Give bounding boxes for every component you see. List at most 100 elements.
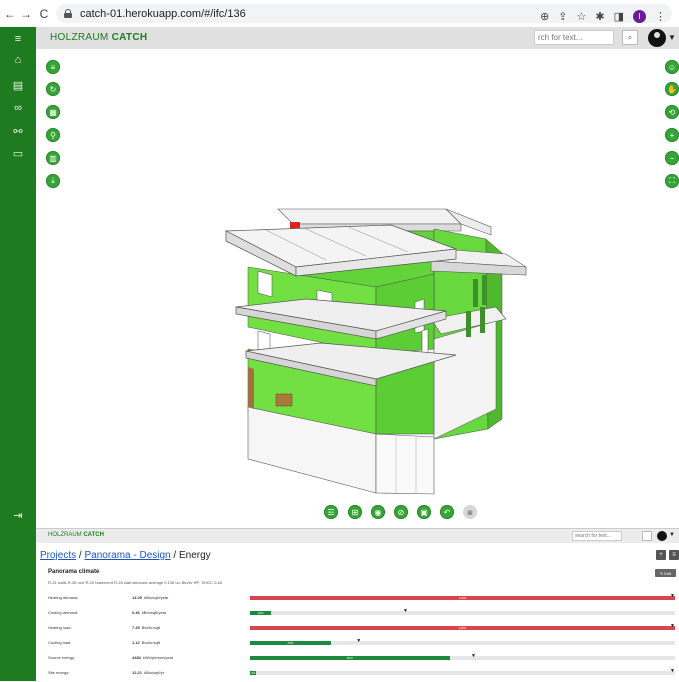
metric-label: Cooling demand: bbox=[48, 610, 79, 615]
model-viewer[interactable]: ≡ ↻ ▦ ⚲ ▥ ⤓ ☺ ✋ ⟲ + − ⛶ ☰ ⊞ ◉ ⊘ ▣ ↶ ◙ bbox=[36, 49, 679, 528]
zoom-icon[interactable]: ⊕ bbox=[540, 10, 549, 23]
metric-progress-fill: 81% bbox=[250, 656, 450, 660]
add-icon[interactable]: + bbox=[656, 550, 666, 560]
metric-value: 4484 kWh/person/year bbox=[132, 655, 173, 660]
metric-progress-fill: 10% bbox=[250, 611, 272, 615]
metric-value: 0.46 kBtu/sqft/year bbox=[132, 610, 166, 615]
more-menu-icon[interactable]: ⋮ bbox=[655, 10, 666, 23]
logout-icon[interactable]: ⇥ bbox=[0, 507, 36, 523]
metric-label: Source energy: bbox=[48, 655, 76, 660]
lower-search-input[interactable] bbox=[572, 531, 622, 541]
metric-label: Heating demand: bbox=[48, 595, 79, 600]
climate-title: Panorama climate bbox=[48, 569, 100, 575]
metric-progress-track: 10% ▼ bbox=[250, 608, 675, 615]
lower-app-logo[interactable]: HOLZRAUM CATCH bbox=[48, 532, 104, 538]
connections-icon[interactable]: ∞ bbox=[0, 100, 36, 116]
reload-icon[interactable]: C bbox=[38, 7, 50, 21]
metric-number: 0.46 bbox=[132, 610, 140, 615]
metric-progress-fill: 123% bbox=[250, 626, 675, 630]
building-model[interactable] bbox=[36, 49, 679, 528]
lower-user-avatar-icon[interactable] bbox=[657, 531, 667, 541]
metric-number: 4484 bbox=[132, 655, 141, 660]
undo-icon[interactable]: ↶ bbox=[440, 505, 454, 519]
eye-icon[interactable]: ◉ bbox=[371, 505, 385, 519]
metric-row: Heating demand: 14.09 kBtu/sqft/year 112% ▼ bbox=[36, 593, 679, 607]
section-box-icon[interactable]: ⊞ bbox=[348, 505, 362, 519]
sidepanel-icon[interactable]: ◨ bbox=[614, 10, 624, 23]
metric-value: 12.21 kBtu/sqft/yr bbox=[132, 670, 164, 675]
metric-label: Heating load: bbox=[48, 625, 72, 630]
lower-header: HOLZRAUM CATCH ▼ bbox=[36, 529, 679, 543]
metric-label: Site energy: bbox=[48, 670, 70, 675]
metric-row: Cooling demand: 0.46 kBtu/sqft/year 10% ▼ bbox=[36, 608, 679, 622]
star-icon[interactable]: ☆ bbox=[577, 10, 587, 23]
target-marker-icon: ▼ bbox=[471, 653, 476, 659]
search-input[interactable] bbox=[534, 30, 614, 45]
lock-icon bbox=[64, 9, 72, 18]
left-sidebar: ≡ ⌂ ▤ ∞ ⚯ ▭ ⇥ bbox=[0, 27, 36, 681]
forward-arrow-icon[interactable]: → bbox=[20, 7, 32, 21]
metric-row: Site energy: 12.21 kBtu/sqft/yr 4% ▼ bbox=[36, 668, 679, 682]
metric-unit: kBtu/sqft/yr bbox=[144, 670, 165, 675]
metric-value: 7.45 Btu/hr/sqft bbox=[132, 625, 160, 630]
tree-icon[interactable]: ⚯ bbox=[0, 123, 36, 139]
target-marker-icon: ▼ bbox=[356, 638, 362, 644]
target-marker-icon: ▼ bbox=[403, 608, 408, 614]
metric-value: 14.09 kBtu/sqft/year bbox=[132, 595, 168, 600]
target-marker-icon: ▼ bbox=[670, 593, 675, 599]
target-marker-icon: ▼ bbox=[670, 623, 675, 629]
metric-progress-fill: 4% bbox=[250, 671, 257, 675]
url-text: catch-01.herokuapp.com/#/ifc/136 bbox=[80, 7, 246, 20]
metric-number: 14.09 bbox=[132, 595, 143, 600]
metric-progress-track: 123% ▼ bbox=[250, 623, 675, 630]
address-bar[interactable]: catch-01.herokuapp.com/#/ifc/136 ⊕ ⇪ ☆ ✱… bbox=[56, 4, 672, 23]
energy-panel: HOLZRAUM CATCH ▼ Projects / Panorama - D… bbox=[36, 528, 679, 682]
document-icon[interactable]: ▤ bbox=[0, 77, 36, 93]
browser-toolbar: ← → C catch-01.herokuapp.com/#/ifc/136 ⊕… bbox=[0, 0, 679, 28]
extensions-icon[interactable]: ✱ bbox=[595, 10, 604, 23]
metric-row: Source energy: 4484 kWh/person/year 81% ▼ bbox=[36, 653, 679, 667]
metric-progress-track: 112% ▼ bbox=[250, 593, 675, 600]
folder-icon[interactable]: ▭ bbox=[0, 145, 36, 161]
breadcrumb-current: Energy bbox=[178, 550, 211, 561]
hide-icon[interactable]: ⊘ bbox=[394, 505, 408, 519]
breadcrumb: Projects / Panorama - Design / Energy bbox=[40, 550, 211, 561]
section-icon[interactable]: ☰ bbox=[324, 505, 338, 519]
metric-number: 7.45 bbox=[132, 625, 140, 630]
metric-unit: kBtu/sqft/year bbox=[144, 595, 169, 600]
edit-button[interactable]: ✎ Edit bbox=[655, 569, 676, 577]
climate-specs: R-31 walls R-38 roof R-20 basement R-28 … bbox=[48, 580, 222, 585]
search-button[interactable]: ⌕ bbox=[622, 30, 638, 45]
metric-label: Cooling load: bbox=[48, 640, 72, 645]
metric-percent: 81% bbox=[346, 656, 353, 660]
user-avatar-icon[interactable] bbox=[648, 29, 666, 47]
metric-number: 1.12 bbox=[132, 640, 140, 645]
metric-progress-track: 81% ▼ bbox=[250, 653, 675, 660]
metric-progress-fill: 112% bbox=[250, 596, 675, 600]
menu-icon[interactable]: ≡ bbox=[0, 31, 36, 47]
list-icon[interactable]: ≡ bbox=[669, 550, 679, 560]
breadcrumb-projects-link[interactable]: Projects bbox=[40, 550, 76, 561]
metric-row: Cooling load: 1.12 Btu/hr/sqft 75% ▼ bbox=[36, 638, 679, 652]
metric-unit: Btu/hr/sqft bbox=[141, 640, 161, 645]
metric-progress-track: 75% ▼ bbox=[250, 638, 675, 645]
back-arrow-icon[interactable]: ← bbox=[4, 7, 16, 21]
metric-value: 1.12 Btu/hr/sqft bbox=[132, 640, 160, 645]
home-icon[interactable]: ⌂ bbox=[0, 52, 36, 68]
profile-avatar[interactable]: I bbox=[633, 10, 646, 23]
camera-icon: ◙ bbox=[463, 505, 477, 519]
app-logo[interactable]: HOLZRAUM CATCH bbox=[50, 32, 147, 43]
target-marker-icon: ▼ bbox=[670, 668, 675, 674]
chevron-down-icon[interactable]: ▼ bbox=[668, 33, 676, 42]
breadcrumb-panorama-link[interactable]: Panorama - Design bbox=[84, 550, 170, 561]
metric-progress-track: 4% ▼ bbox=[250, 668, 675, 675]
share-icon[interactable]: ⇪ bbox=[558, 10, 567, 23]
lower-chevron-down-icon[interactable]: ▼ bbox=[669, 532, 675, 538]
isolate-icon[interactable]: ▣ bbox=[417, 505, 431, 519]
lower-search-button[interactable] bbox=[642, 531, 652, 541]
metric-percent: 112% bbox=[458, 596, 467, 600]
metric-number: 12.21 bbox=[132, 670, 143, 675]
metric-percent: 4% bbox=[251, 671, 256, 675]
metric-progress-fill: 75% bbox=[250, 641, 331, 645]
metric-unit: kBtu/sqft/year bbox=[141, 610, 167, 615]
